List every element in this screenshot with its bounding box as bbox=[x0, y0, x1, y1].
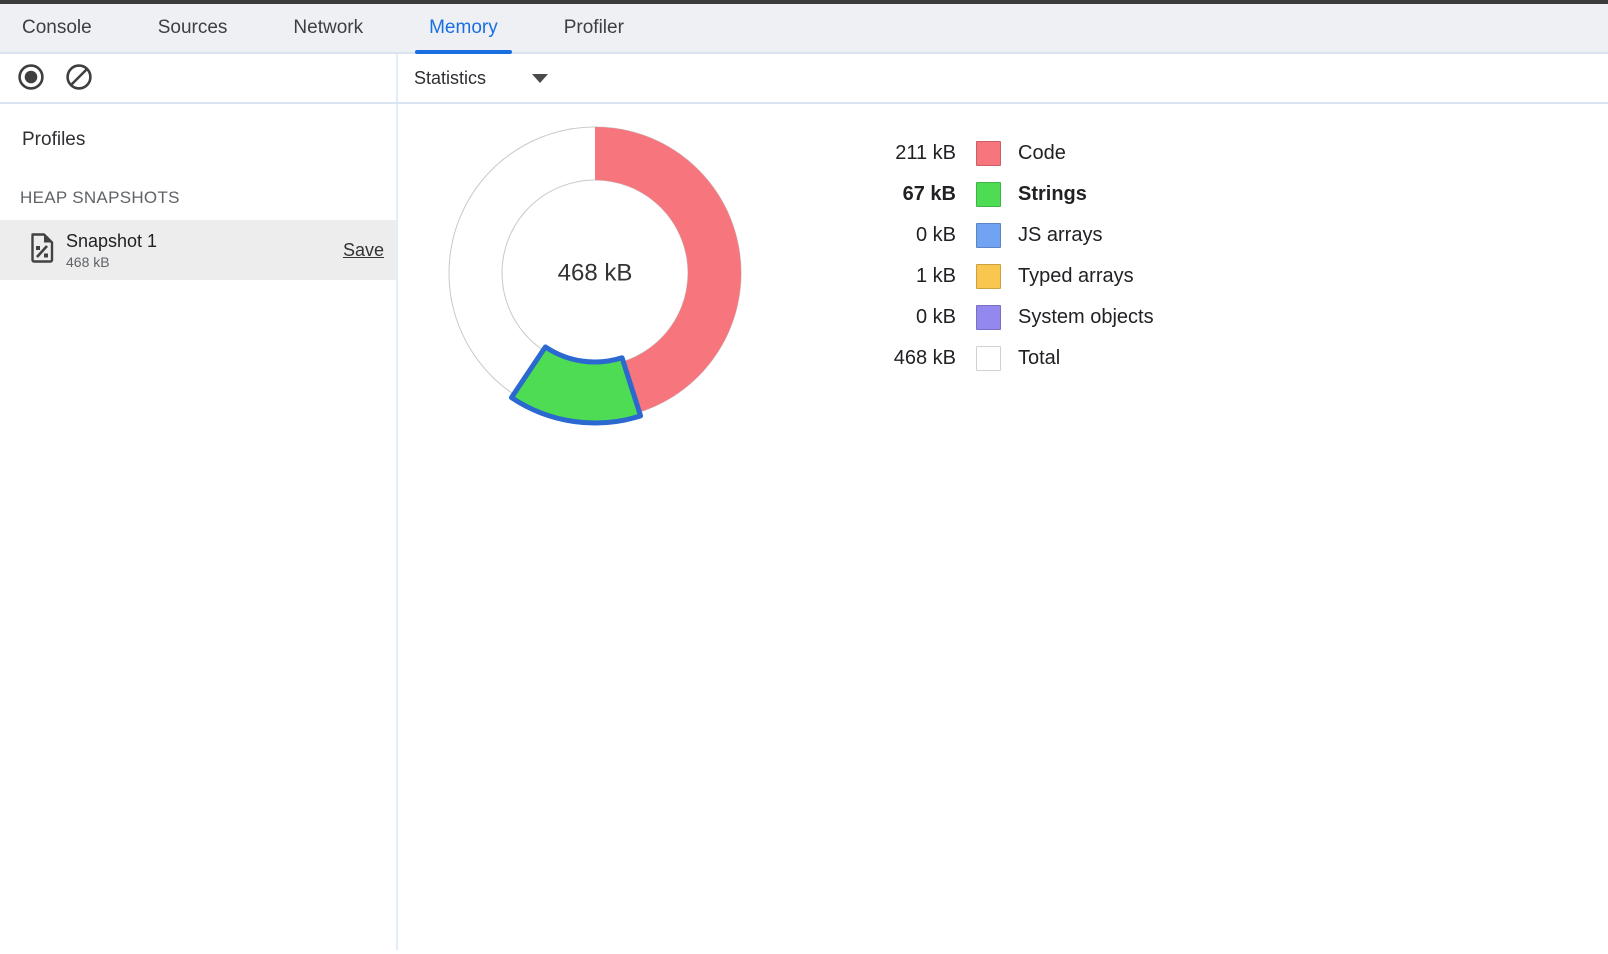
tab-profiler[interactable]: Profiler bbox=[550, 4, 638, 52]
legend-swatch bbox=[976, 264, 1001, 289]
memory-toolbar: Statistics bbox=[0, 54, 1608, 104]
chart-legend: 211 kB Code 67 kB Strings 0 kB JS arrays… bbox=[860, 133, 1154, 379]
legend-value: 1 kB bbox=[860, 265, 956, 288]
legend-value: 67 kB bbox=[860, 183, 956, 206]
legend-swatch bbox=[976, 141, 1001, 166]
heap-snapshots-section-title: HEAP SNAPSHOTS bbox=[20, 188, 396, 208]
perspective-select-value: Statistics bbox=[414, 68, 486, 89]
heap-snapshot-file-icon bbox=[28, 230, 56, 270]
legend-value: 468 kB bbox=[860, 347, 956, 370]
legend-row-js-arrays[interactable]: 0 kB JS arrays bbox=[860, 215, 1154, 256]
sidebar-item-snapshot-1[interactable]: Snapshot 1 468 kB Save bbox=[0, 220, 396, 280]
legend-swatch bbox=[976, 346, 1001, 371]
perspective-select[interactable]: Statistics bbox=[406, 64, 556, 93]
legend-row-strings[interactable]: 67 kB Strings bbox=[860, 174, 1154, 215]
legend-label: Strings bbox=[1018, 183, 1087, 206]
legend-label: Code bbox=[1018, 142, 1066, 165]
legend-label: JS arrays bbox=[1018, 224, 1102, 247]
clear-icon bbox=[65, 63, 93, 96]
snapshot-name: Snapshot 1 bbox=[66, 231, 343, 252]
tab-memory[interactable]: Memory bbox=[415, 4, 512, 52]
legend-value: 0 kB bbox=[860, 306, 956, 329]
legend-row-system-objects[interactable]: 0 kB System objects bbox=[860, 297, 1154, 338]
legend-swatch bbox=[976, 182, 1001, 207]
clear-profiles-button[interactable] bbox=[64, 63, 94, 93]
statistics-panel: 468 kB 211 kB Code 67 kB Strings 0 kB JS… bbox=[398, 104, 1608, 950]
record-heap-snapshot-button[interactable] bbox=[16, 63, 46, 93]
record-icon bbox=[17, 63, 45, 96]
legend-swatch bbox=[976, 223, 1001, 248]
save-snapshot-link[interactable]: Save bbox=[343, 240, 384, 261]
snapshot-size: 468 kB bbox=[66, 254, 343, 270]
legend-label: Typed arrays bbox=[1018, 265, 1134, 288]
heap-statistics-donut-chart: 468 kB bbox=[435, 113, 755, 433]
legend-swatch bbox=[976, 305, 1001, 330]
legend-row-total[interactable]: 468 kB Total bbox=[860, 338, 1154, 379]
tab-network[interactable]: Network bbox=[279, 4, 377, 52]
legend-label: Total bbox=[1018, 347, 1060, 370]
donut-center-label: 468 kB bbox=[558, 260, 633, 287]
legend-value: 0 kB bbox=[860, 224, 956, 247]
tab-console[interactable]: Console bbox=[8, 4, 106, 52]
devtools-tabbar: Console Sources Network Memory Profiler bbox=[0, 4, 1608, 54]
chevron-down-icon bbox=[532, 74, 548, 83]
legend-row-code[interactable]: 211 kB Code bbox=[860, 133, 1154, 174]
tab-sources[interactable]: Sources bbox=[144, 4, 242, 52]
snapshot-meta: Snapshot 1 468 kB bbox=[66, 231, 343, 270]
toolbar-right-section: Statistics bbox=[398, 54, 1608, 102]
sidebar-title: Profiles bbox=[22, 129, 396, 151]
profiles-sidebar: Profiles HEAP SNAPSHOTS Snapshot 1 468 k… bbox=[0, 104, 398, 950]
donut-slice-strings[interactable] bbox=[511, 347, 640, 423]
legend-row-typed-arrays[interactable]: 1 kB Typed arrays bbox=[860, 256, 1154, 297]
toolbar-left-section bbox=[0, 54, 398, 102]
legend-label: System objects bbox=[1018, 306, 1154, 329]
legend-value: 211 kB bbox=[860, 142, 956, 165]
